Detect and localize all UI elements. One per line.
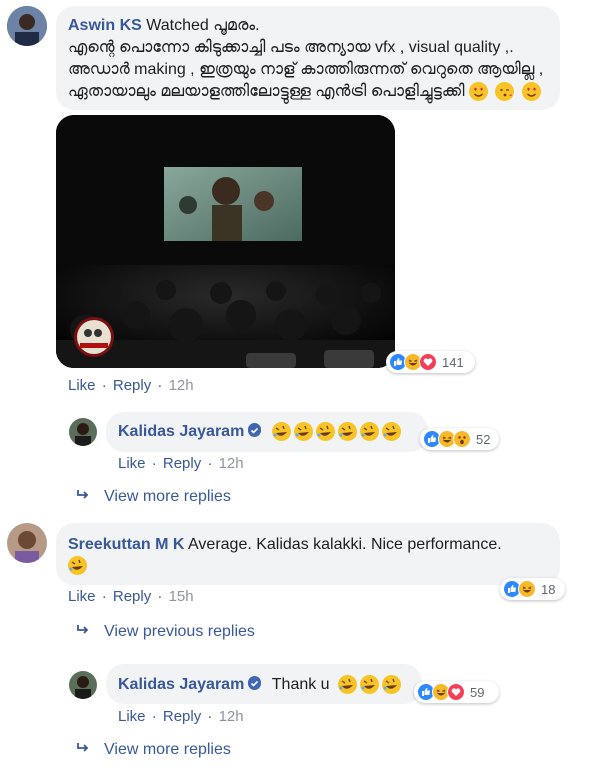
timestamp[interactable]: 12h xyxy=(219,455,244,472)
comment-text-line-3: അഡാർ making , ഇത്രയും നാള് കാത്തിരുന്നത്… xyxy=(68,61,544,78)
reply-text: Kalidas Jayaram xyxy=(118,422,404,442)
avatar-kalidas[interactable] xyxy=(69,418,97,446)
kiss-emoji-icon xyxy=(495,82,515,102)
reply-link[interactable]: Reply xyxy=(113,588,151,605)
rofl-emoji-icon xyxy=(293,422,313,442)
attached-photo[interactable] xyxy=(56,115,395,368)
reply-arrow-icon xyxy=(76,741,92,759)
like-link[interactable]: Like xyxy=(68,588,96,605)
comment-text-line-1: Aswin KS Watched പൂമരം. xyxy=(68,17,260,34)
avatar-kalidas[interactable] xyxy=(69,671,97,699)
rofl-emoji-icon xyxy=(338,675,358,695)
love-reaction-icon xyxy=(447,683,465,701)
verified-badge-icon xyxy=(248,423,262,437)
reaction-summary[interactable]: 59 xyxy=(414,681,499,703)
verified-badge-icon xyxy=(248,676,262,690)
rofl-emoji-icon xyxy=(315,422,335,442)
timestamp[interactable]: 12h xyxy=(219,708,244,725)
author-name[interactable]: Kalidas Jayaram xyxy=(118,423,244,440)
avatar-aswin[interactable] xyxy=(7,6,47,46)
rofl-emoji-icon xyxy=(360,675,380,695)
reply-arrow-icon xyxy=(76,488,92,506)
comment-text-line-2: എന്റെ പൊന്നോ കിടുക്കാച്ചി പടം അന്യായ vfx… xyxy=(68,39,514,56)
rofl-emoji-icon xyxy=(68,556,87,576)
view-previous-replies-link[interactable]: View previous replies xyxy=(76,623,255,641)
heart-eyes-emoji-icon xyxy=(521,82,541,102)
reaction-summary[interactable]: 18 xyxy=(500,578,565,600)
comment-actions: Like · Reply · 15h xyxy=(68,588,194,605)
like-link[interactable]: Like xyxy=(118,455,146,472)
comment-text: Sreekuttan M K Average. Kalidas kalakki.… xyxy=(68,536,502,553)
rofl-emoji-icon xyxy=(359,422,379,442)
reply-actions: Like · Reply · 12h xyxy=(118,455,244,472)
comment-text-line-4: ഏതായാലും മലയാളത്തിലോട്ടുള്ള എൻട്രി പൊളിച… xyxy=(68,82,544,102)
heart-eyes-emoji-icon xyxy=(468,82,488,102)
reaction-count: 141 xyxy=(442,354,464,370)
avatar-sreekuttan[interactable] xyxy=(7,523,47,563)
like-link[interactable]: Like xyxy=(118,708,146,725)
view-more-replies-link[interactable]: View more replies xyxy=(76,488,231,506)
reply-text: Kalidas Jayaram Thank u xyxy=(118,675,404,695)
author-name[interactable]: Kalidas Jayaram xyxy=(118,676,244,693)
wow-reaction-icon xyxy=(453,430,471,448)
love-reaction-icon xyxy=(419,353,437,371)
reaction-count: 18 xyxy=(541,581,556,597)
haha-reaction-icon xyxy=(518,580,536,598)
reaction-count: 59 xyxy=(470,684,485,700)
reaction-count: 52 xyxy=(476,431,491,447)
author-name[interactable]: Sreekuttan M K xyxy=(68,536,184,553)
reply-link[interactable]: Reply xyxy=(163,708,201,725)
reply-arrow-icon xyxy=(76,623,92,641)
rofl-emoji-icon xyxy=(381,422,401,442)
timestamp[interactable]: 15h xyxy=(169,588,194,605)
author-name[interactable]: Aswin KS xyxy=(68,17,142,34)
comment-actions: Like · Reply · 12h xyxy=(68,377,194,394)
comment-emoji-line xyxy=(68,556,90,576)
timestamp[interactable]: 12h xyxy=(169,377,194,394)
reply-actions: Like · Reply · 12h xyxy=(118,708,244,725)
reply-link[interactable]: Reply xyxy=(163,455,201,472)
rofl-emoji-icon xyxy=(271,422,291,442)
like-link[interactable]: Like xyxy=(68,377,96,394)
rofl-emoji-icon xyxy=(337,422,357,442)
rofl-emoji-icon xyxy=(382,675,402,695)
reply-link[interactable]: Reply xyxy=(113,377,151,394)
reaction-summary[interactable]: 52 xyxy=(420,428,499,450)
view-more-replies-link[interactable]: View more replies xyxy=(76,741,231,759)
reaction-summary[interactable]: 141 xyxy=(386,351,475,373)
